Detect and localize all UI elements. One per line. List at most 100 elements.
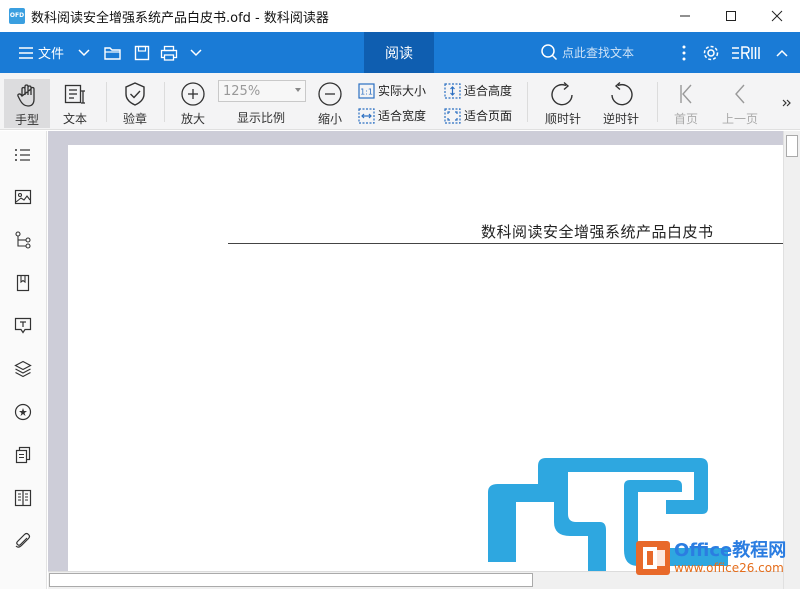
maximize-icon bbox=[726, 11, 736, 21]
rotate-clockwise-button[interactable]: 顺时针 bbox=[540, 73, 586, 130]
outline-list-icon bbox=[15, 149, 30, 161]
document-viewport[interactable]: 数科阅读安全增强系统产品白皮书 bbox=[48, 131, 783, 571]
fit-page-button[interactable]: 适合页面 bbox=[444, 107, 512, 124]
fit-page-label: 适合页面 bbox=[464, 109, 513, 123]
window-title: 数科阅读安全增强系统产品白皮书.ofd - 数科阅读器 bbox=[31, 10, 329, 26]
site-watermark: Office教程网 www.office26.com bbox=[636, 533, 800, 583]
tree-structure-icon bbox=[15, 231, 31, 249]
search-box[interactable]: 点此查找文本 bbox=[540, 40, 652, 64]
fit-page-icon bbox=[444, 107, 461, 124]
fit-width-button[interactable]: 适合宽度 bbox=[358, 107, 426, 124]
tab-reading[interactable]: 阅读 bbox=[364, 32, 434, 73]
zoom-in-label: 放大 bbox=[180, 112, 205, 126]
close-icon bbox=[771, 10, 783, 22]
sidebar-item-thumbnails[interactable] bbox=[13, 187, 33, 207]
zoom-ratio-select[interactable]: 125% bbox=[218, 80, 306, 102]
sidebar-item-outline[interactable] bbox=[13, 145, 33, 165]
close-button[interactable] bbox=[754, 0, 800, 32]
zoom-out-button[interactable]: 缩小 bbox=[309, 73, 351, 130]
window-controls bbox=[662, 0, 800, 32]
toolbar-divider bbox=[527, 82, 528, 122]
verify-seal-label: 验章 bbox=[122, 112, 147, 126]
fit-width-icon bbox=[358, 107, 375, 124]
left-sidebar bbox=[0, 131, 47, 589]
print-button[interactable] bbox=[160, 32, 178, 73]
folder-icon bbox=[104, 46, 121, 60]
file-menu-button[interactable]: 文件 bbox=[18, 32, 64, 73]
minimize-icon bbox=[680, 15, 690, 17]
fit-height-icon bbox=[444, 82, 461, 99]
actual-size-label: 实际大小 bbox=[378, 84, 427, 98]
vertical-scroll-thumb[interactable] bbox=[786, 135, 798, 157]
rotate-clockwise-label: 顺时针 bbox=[544, 112, 581, 126]
open-button[interactable] bbox=[104, 32, 122, 73]
quick-access-dropdown[interactable] bbox=[190, 32, 202, 73]
text-select-icon bbox=[64, 84, 85, 104]
fit-width-label: 适合宽度 bbox=[378, 109, 427, 123]
double-chevron-right-icon bbox=[782, 99, 791, 107]
settings-button[interactable] bbox=[694, 32, 728, 73]
actual-size-icon: 1:1 bbox=[358, 82, 375, 99]
maximize-button[interactable] bbox=[708, 0, 754, 32]
file-menu-label: 文件 bbox=[38, 47, 65, 62]
save-button[interactable] bbox=[134, 32, 150, 73]
reading-mode-button[interactable] bbox=[728, 32, 764, 73]
sidebar-item-attachments-pages[interactable] bbox=[13, 445, 33, 465]
text-tool-label: 文本 bbox=[62, 112, 87, 126]
office-logo-icon bbox=[636, 541, 670, 575]
zoom-ratio-label: 显示比例 bbox=[237, 111, 286, 125]
verify-seal-button[interactable]: 验章 bbox=[114, 73, 156, 130]
horizontal-scroll-thumb[interactable] bbox=[49, 573, 533, 587]
chevron-down-icon bbox=[78, 48, 90, 56]
rotate-counterclockwise-label: 逆时针 bbox=[602, 112, 639, 126]
shield-check-icon bbox=[125, 82, 145, 106]
app-icon: OFD bbox=[9, 8, 25, 24]
sidebar-item-reading[interactable] bbox=[13, 488, 33, 508]
zoom-ratio-value: 125% bbox=[223, 83, 261, 99]
dropdown-caret-icon bbox=[295, 88, 301, 92]
minimize-button[interactable] bbox=[662, 0, 708, 32]
layers-icon bbox=[14, 360, 32, 378]
toolbar-divider bbox=[164, 82, 165, 122]
image-icon bbox=[14, 189, 32, 205]
sidebar-item-attachments[interactable] bbox=[13, 531, 33, 551]
sidebar-item-layers[interactable] bbox=[13, 359, 33, 379]
hand-tool-label: 手型 bbox=[14, 113, 39, 127]
watermark-url: www.office26.com bbox=[674, 561, 784, 575]
first-page-label: 首页 bbox=[673, 112, 698, 126]
fit-height-button[interactable]: 适合高度 bbox=[444, 82, 512, 99]
sidebar-item-bookmarks[interactable] bbox=[13, 273, 33, 293]
sidebar-item-seals[interactable] bbox=[13, 402, 33, 422]
more-vertical-icon bbox=[682, 45, 686, 60]
search-icon bbox=[541, 44, 558, 61]
gear-icon bbox=[703, 45, 719, 60]
previous-page-button[interactable]: 上一页 bbox=[714, 73, 766, 130]
pages-icon bbox=[15, 446, 31, 464]
toolbar-overflow-button[interactable] bbox=[782, 96, 792, 110]
header-rule bbox=[228, 243, 783, 244]
more-options-button[interactable] bbox=[674, 32, 694, 73]
save-icon bbox=[134, 45, 150, 60]
hand-tool-button[interactable]: 手型 bbox=[4, 79, 50, 128]
book-icon bbox=[14, 489, 32, 507]
actual-size-button[interactable]: 1:1 实际大小 bbox=[358, 82, 426, 99]
text-tool-button[interactable]: 文本 bbox=[53, 73, 97, 130]
reading-mode-icon bbox=[732, 45, 760, 59]
vertical-scrollbar[interactable] bbox=[783, 131, 800, 589]
hamburger-icon bbox=[19, 46, 33, 59]
first-page-button[interactable]: 首页 bbox=[665, 73, 707, 130]
zoom-in-button[interactable]: 放大 bbox=[172, 73, 214, 130]
chevron-left-icon bbox=[735, 84, 745, 104]
search-placeholder: 点此查找文本 bbox=[562, 45, 635, 60]
rotate-counterclockwise-button[interactable]: 逆时针 bbox=[598, 73, 644, 130]
menubar-right-controls bbox=[674, 32, 800, 73]
zoom-out-icon bbox=[318, 82, 342, 106]
title-bar: OFD 数科阅读安全增强系统产品白皮书.ofd - 数科阅读器 bbox=[0, 0, 800, 32]
seal-icon bbox=[14, 403, 32, 421]
document-page: 数科阅读安全增强系统产品白皮书 bbox=[68, 145, 783, 571]
collapse-ribbon-button[interactable] bbox=[764, 32, 800, 73]
menu-dropdown-button[interactable] bbox=[78, 32, 90, 73]
sidebar-item-structure[interactable] bbox=[13, 230, 33, 250]
paperclip-icon bbox=[15, 532, 31, 548]
sidebar-item-annotations[interactable] bbox=[13, 316, 33, 336]
